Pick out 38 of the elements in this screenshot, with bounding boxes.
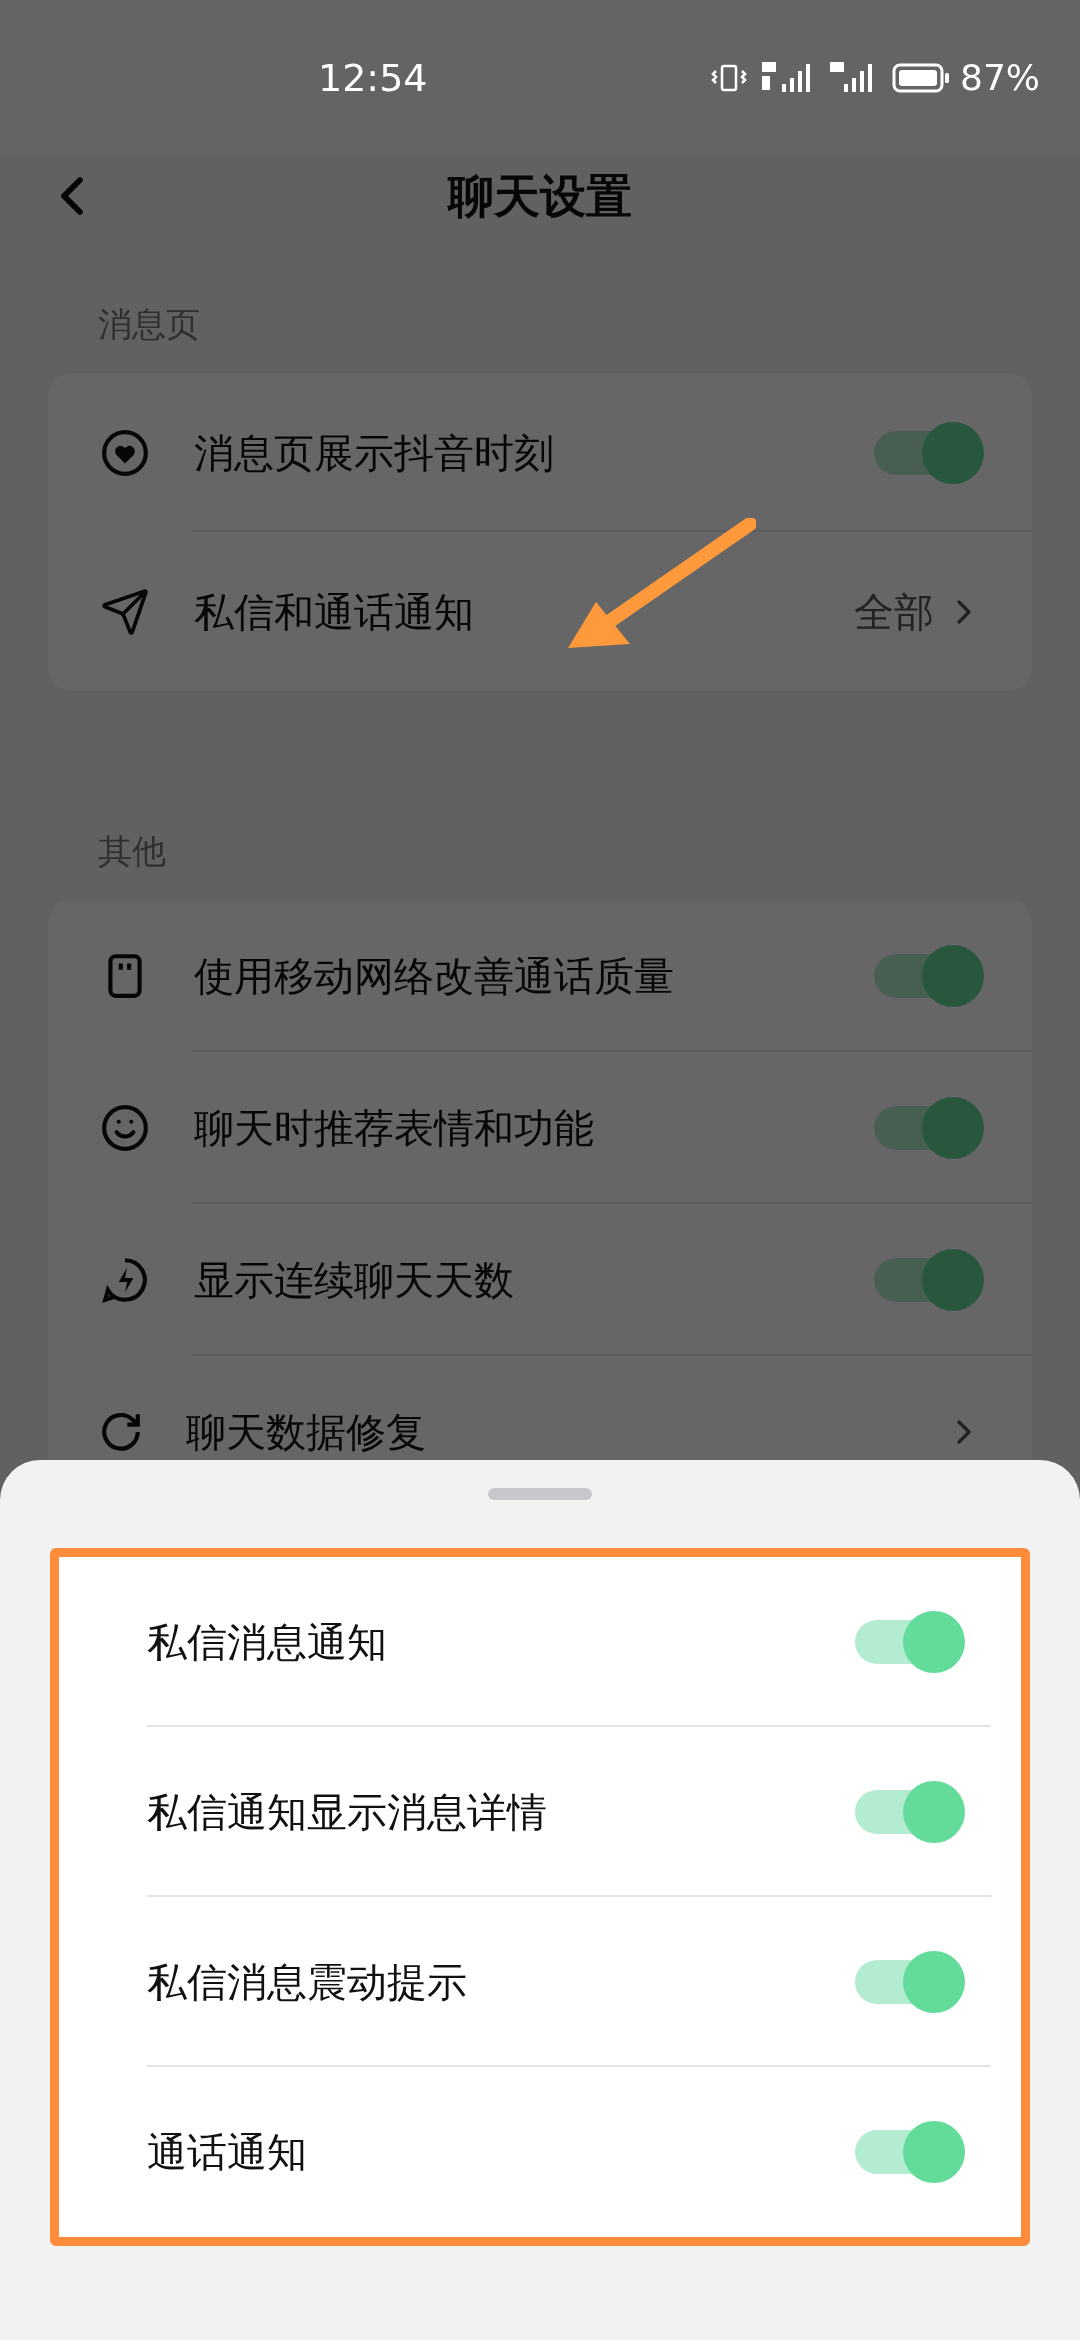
vibrate-icon — [710, 63, 748, 93]
toggle-switch[interactable] — [874, 1249, 984, 1311]
settings-row[interactable]: 消息页展示抖音时刻 — [48, 373, 1032, 532]
settings-row[interactable]: 私信和通话通知 全部 — [48, 532, 1032, 691]
row-label: 消息页展示抖音时刻 — [194, 428, 554, 478]
row-label: 私信和通话通知 — [194, 587, 474, 637]
paper-plane-icon — [100, 586, 150, 637]
row-value: 全部 — [854, 587, 934, 637]
row-label: 私信消息震动提示 — [147, 1958, 467, 2007]
toggle-switch[interactable] — [855, 1951, 965, 2013]
sheet-row[interactable]: 私信通知显示消息详情 — [59, 1727, 1021, 1897]
sheet-row[interactable]: 私信消息震动提示 — [59, 1897, 1021, 2067]
row-label: 私信通知显示消息详情 — [147, 1788, 547, 1837]
row-label: 聊天时推荐表情和功能 — [194, 1104, 594, 1153]
row-label: 聊天数据修复 — [186, 1408, 426, 1457]
settings-row[interactable]: 聊天时推荐表情和功能 — [48, 1052, 1032, 1204]
page-title: 聊天设置 — [448, 167, 632, 225]
toggle-switch[interactable] — [874, 1097, 984, 1159]
status-time: 12:54 — [318, 54, 428, 102]
sheet-row[interactable]: 私信消息通知 — [59, 1557, 1021, 1727]
drag-handle[interactable] — [488, 1488, 592, 1500]
row-label: 显示连续聊天天数 — [194, 1256, 514, 1305]
settings-row[interactable]: 使用移动网络改善通话质量 — [48, 900, 1032, 1052]
refresh-icon — [100, 1411, 142, 1453]
toggle-switch[interactable] — [855, 1611, 965, 1673]
battery-icon — [892, 62, 950, 94]
row-label: 通话通知 — [147, 2128, 307, 2177]
toggle-switch[interactable] — [874, 421, 984, 484]
settings-row[interactable]: 显示连续聊天天数 — [48, 1204, 1032, 1356]
row-label: 私信消息通知 — [147, 1618, 387, 1667]
toggle-switch[interactable] — [855, 1781, 965, 1843]
toggle-switch[interactable] — [874, 945, 984, 1007]
sheet-row[interactable]: 通话通知 — [59, 2067, 1021, 2237]
row-label: 使用移动网络改善通话质量 — [194, 952, 674, 1001]
smiley-icon — [100, 1103, 150, 1153]
toggle-switch[interactable] — [855, 2121, 965, 2183]
battery-percent: 87% — [960, 56, 1040, 100]
lightning-bubble-icon — [100, 1255, 150, 1305]
